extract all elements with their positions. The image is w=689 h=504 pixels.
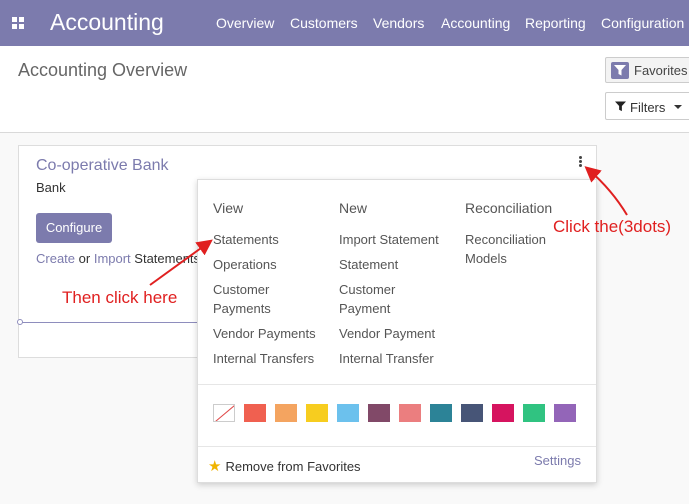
menu-internal-transfers[interactable]: Internal Transfers [213, 349, 314, 368]
new-heading: New [339, 200, 368, 216]
page-title: Accounting Overview [18, 60, 188, 80]
filters-button[interactable]: Filters [605, 92, 689, 120]
nav-customers[interactable]: Customers [290, 15, 358, 31]
nav-configuration[interactable]: Configuration [601, 15, 684, 31]
color-swatch-green[interactable] [523, 404, 545, 422]
view-heading: View [213, 200, 244, 216]
journal-title[interactable]: Co-operative Bank [36, 157, 169, 175]
favorites-button[interactable]: Favorites [605, 57, 689, 83]
nav-vendors[interactable]: Vendors [373, 15, 424, 31]
annotation-click-dots: Click the(3dots) [553, 217, 672, 236]
create-import-line: Create or Import Statements [36, 251, 200, 266]
annotation-then-click: Then click here [62, 288, 178, 307]
statements-text: Statements [130, 251, 201, 266]
or-text: or [75, 251, 94, 266]
kebab-menu-icon[interactable] [576, 156, 584, 170]
journal-type: Bank [36, 180, 66, 195]
menu-new-customer-payment[interactable]: Customer Payment [339, 280, 419, 318]
graph-point [17, 319, 23, 325]
menu-import-statement[interactable]: Import Statement [339, 230, 439, 249]
filter-icon [615, 101, 626, 112]
menu-statements[interactable]: Statements [213, 230, 279, 249]
control-panel: Accounting Overview Favorites Filters [0, 46, 689, 133]
color-swatch-dark-purple[interactable] [368, 404, 390, 422]
configure-button[interactable]: Configure [36, 213, 112, 243]
nav-reporting[interactable]: Reporting [525, 15, 586, 31]
menu-reconciliation-models[interactable]: Reconciliation Models [465, 230, 565, 268]
import-link[interactable]: Import [94, 251, 131, 266]
color-swatch-navy[interactable] [461, 404, 483, 422]
nav-accounting[interactable]: Accounting [441, 15, 510, 31]
create-link[interactable]: Create [36, 251, 75, 266]
color-swatch-teal[interactable] [430, 404, 452, 422]
menu-customer-payments[interactable]: Customer Payments [213, 280, 303, 318]
color-swatch-salmon[interactable] [399, 404, 421, 422]
top-navbar: Accounting Overview Customers Vendors Ac… [0, 0, 689, 46]
color-swatch-red[interactable] [244, 404, 266, 422]
filters-label: Filters [630, 100, 666, 115]
color-swatch-yellow[interactable] [306, 404, 328, 422]
caret-down-icon [674, 105, 682, 109]
menu-vendor-payments[interactable]: Vendor Payments [213, 324, 316, 343]
remove-favorites-label: Remove from Favorites [225, 459, 361, 474]
menu-divider-bottom [198, 446, 596, 447]
color-swatch-pink[interactable] [492, 404, 514, 422]
settings-link[interactable]: Settings [534, 453, 581, 468]
app-brand[interactable]: Accounting [50, 9, 164, 36]
color-swatch-light-blue[interactable] [337, 404, 359, 422]
filter-funnel-icon [611, 62, 629, 79]
menu-new-statement[interactable]: Statement [339, 255, 398, 274]
menu-operations[interactable]: Operations [213, 255, 277, 274]
apps-menu-icon[interactable] [12, 17, 24, 29]
color-swatch-orange[interactable] [275, 404, 297, 422]
star-icon: ★ [208, 458, 222, 475]
balance-graph-line [19, 322, 209, 323]
color-swatch-purple[interactable] [554, 404, 576, 422]
menu-new-vendor-payment[interactable]: Vendor Payment [339, 324, 435, 343]
menu-new-internal-transfer[interactable]: Internal Transfer [339, 349, 434, 368]
menu-divider [198, 384, 596, 385]
favorites-label: Favorites [634, 63, 688, 78]
remove-favorites-button[interactable]: ★ Remove from Favorites [208, 457, 361, 475]
nav-overview[interactable]: Overview [216, 15, 274, 31]
color-swatch-none[interactable] [213, 404, 235, 422]
reconciliation-heading: Reconciliation [465, 200, 553, 216]
journal-dropdown-menu: View New Reconciliation Statements Opera… [197, 179, 597, 483]
